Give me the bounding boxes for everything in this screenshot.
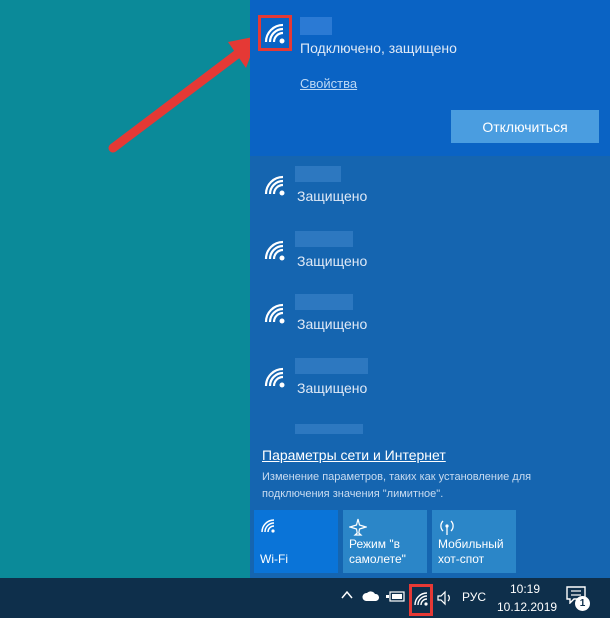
- properties-link[interactable]: Свойства: [300, 76, 357, 91]
- network-settings-link[interactable]: Параметры сети и Интернет: [262, 447, 446, 463]
- wifi-icon: [264, 175, 285, 196]
- hotspot-icon: [440, 520, 454, 535]
- wifi-tile-label: Wi-Fi: [260, 552, 288, 566]
- airplane-icon: [347, 518, 369, 536]
- network-list-item[interactable]: Защищено: [250, 294, 610, 354]
- network-name-redacted: [295, 231, 353, 247]
- onedrive-cloud-icon[interactable]: [362, 590, 380, 605]
- notification-count-badge: 1: [575, 596, 590, 611]
- tray-wifi-highlight: [409, 584, 433, 616]
- mobile-hotspot-tile[interactable]: Мобильный хот-спот: [432, 510, 516, 573]
- wifi-toggle-tile[interactable]: Wi-Fi: [254, 510, 338, 573]
- network-name-redacted: [295, 166, 341, 182]
- connected-network-name-redacted: [300, 17, 332, 35]
- network-settings-description: Изменение параметров, таких как установл…: [262, 471, 532, 500]
- disconnect-button[interactable]: Отключиться: [451, 110, 599, 143]
- clock-time: 10:19: [509, 582, 541, 596]
- wifi-icon: [261, 519, 275, 533]
- wifi-icon: [264, 303, 285, 324]
- airplane-tile-label: Режим "в самолете": [349, 537, 406, 566]
- network-name-redacted: [295, 424, 363, 434]
- connected-network-highlight: [258, 15, 292, 51]
- network-name-redacted: [295, 358, 368, 374]
- hotspot-tile-label: Мобильный хот-спот: [438, 537, 504, 566]
- network-status: Защищено: [297, 316, 368, 332]
- network-list-item[interactable]: Защищено: [250, 166, 610, 226]
- taskbar-clock[interactable]: 10:19 10.12.2019: [497, 580, 558, 616]
- show-hidden-icons-chevron-icon[interactable]: [340, 588, 354, 605]
- network-name-redacted: [295, 294, 353, 310]
- network-status: Защищено: [297, 253, 368, 269]
- network-status: Защищено: [297, 380, 368, 396]
- clock-date: 10.12.2019: [497, 600, 558, 614]
- volume-speaker-icon[interactable]: [436, 590, 454, 609]
- network-list-item[interactable]: Защищено: [250, 231, 610, 291]
- wifi-icon: [264, 240, 285, 261]
- connected-network-status: Подключено, защищено: [300, 40, 457, 56]
- input-language-indicator[interactable]: РУС: [462, 590, 486, 604]
- battery-icon[interactable]: [386, 590, 406, 607]
- wifi-icon: [264, 367, 285, 388]
- network-status: Защищено: [297, 188, 368, 204]
- network-list-item[interactable]: Защищено: [250, 358, 610, 418]
- airplane-mode-tile[interactable]: Режим "в самолете": [343, 510, 427, 573]
